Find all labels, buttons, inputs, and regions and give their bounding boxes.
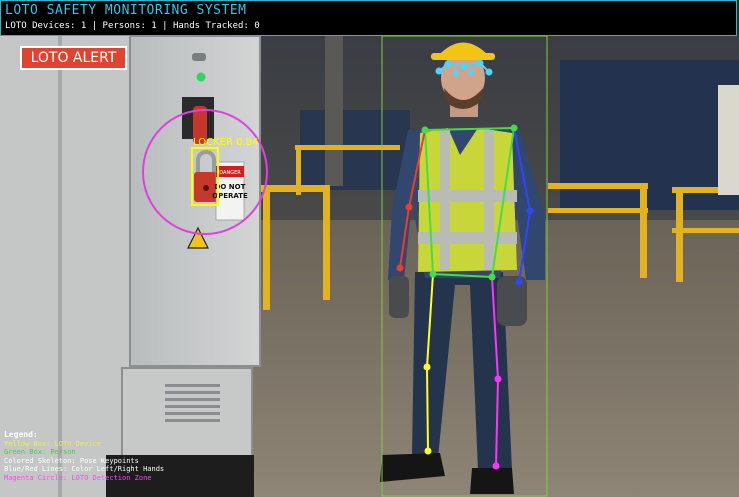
hud-header: LOTO SAFETY MONITORING SYSTEM LOTO Devic… — [0, 0, 737, 36]
machine-sign — [718, 85, 739, 195]
loto-alert-badge: LOTO ALERT — [20, 46, 127, 70]
loto-device-label: LOCKER 0.84 — [193, 137, 258, 148]
legend-item-hands: Blue/Red Lines: Color Left/Right Hands — [4, 465, 165, 473]
background-column — [325, 36, 343, 186]
legend-item-loto-device: Yellow Box: LOTO Device — [4, 439, 101, 448]
legend-item-zone: Magenta Circle: LOTO Detection Zone — [4, 473, 152, 482]
danger-tag-header: DANGER — [219, 170, 241, 176]
detection-stats: LOTO Devices: 1 | Persons: 1 | Hands Tra… — [5, 21, 260, 31]
cabinet-indicator-top — [192, 53, 206, 61]
camera-feed: DANGER DO NOT OPERATE LOCKER 0.84 — [0, 35, 739, 497]
legend-item-person: Green Box: Person — [4, 448, 76, 456]
status-light — [196, 72, 206, 82]
legend: Legend: Yellow Box: LOTO Device Green Bo… — [4, 430, 165, 482]
legend-item-skeleton: Colored Skeleton: Pose Keypoints — [4, 456, 139, 465]
legend-title: Legend: — [4, 430, 38, 439]
system-title: LOTO SAFETY MONITORING SYSTEM — [5, 3, 247, 18]
electrical-cabinet — [0, 35, 261, 497]
danger-tag-line1: DO NOT — [215, 183, 246, 191]
